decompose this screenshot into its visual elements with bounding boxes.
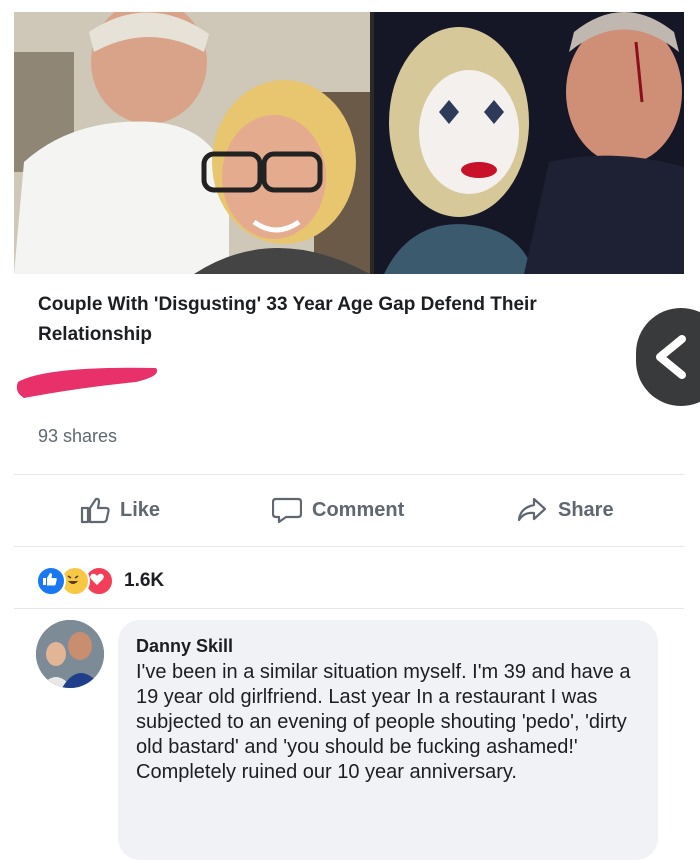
comment-button[interactable]: Comment <box>272 496 404 524</box>
reaction-summary[interactable]: 1.6K <box>36 566 164 596</box>
comment-text-last-line: Completely ruined our 10 year anniversar… <box>136 761 517 783</box>
share-label: Share <box>558 498 614 521</box>
comment-icon <box>272 497 302 524</box>
redaction-mark <box>16 367 158 398</box>
chevron-left-icon <box>656 335 686 379</box>
divider <box>14 546 684 547</box>
comment-label: Comment <box>312 498 405 521</box>
link-preview-image[interactable] <box>14 12 684 274</box>
reaction-count: 1.6K <box>124 570 165 591</box>
like-button[interactable]: Like <box>80 496 160 524</box>
photo-couple-left <box>14 12 370 274</box>
like-icon <box>36 566 66 596</box>
photo-couple-right <box>374 12 684 274</box>
share-count[interactable]: 93 shares <box>38 426 117 447</box>
share-arrow-icon <box>517 497 547 522</box>
like-label: Like <box>120 498 161 521</box>
comment-bubble: Danny Skill I've been in a similar situa… <box>118 620 658 860</box>
avatar[interactable] <box>36 620 104 688</box>
back-button[interactable] <box>636 308 700 406</box>
link-title[interactable]: Couple With 'Disgusting' 33 Year Age Gap… <box>38 290 638 350</box>
divider <box>14 608 684 609</box>
comment-text: I've been in a similar situation myself.… <box>136 660 651 785</box>
thumbs-up-icon <box>80 497 110 524</box>
share-button[interactable]: Share <box>516 496 614 524</box>
comment-text-main: I've been in a similar situation myself.… <box>136 661 631 758</box>
divider <box>14 474 684 475</box>
comment-author[interactable]: Danny Skill <box>136 636 233 657</box>
